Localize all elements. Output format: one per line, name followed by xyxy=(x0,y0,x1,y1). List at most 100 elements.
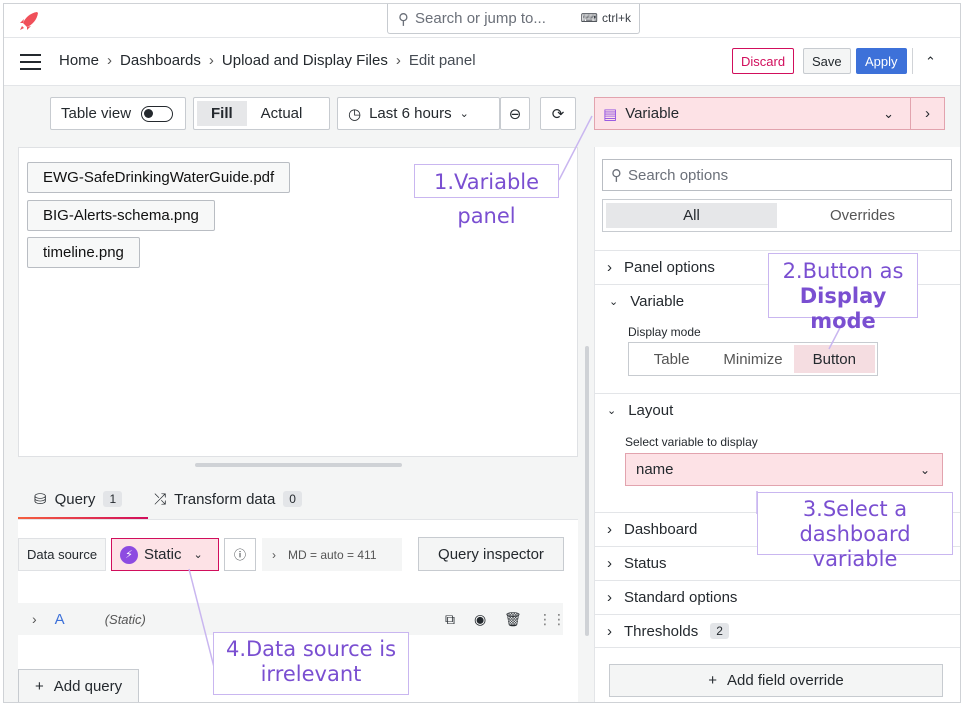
breadcrumb-current: Edit panel xyxy=(408,52,476,69)
annotation-callout: 1.Variable panel xyxy=(414,164,559,228)
chevron-down-icon: ⌄ xyxy=(883,105,894,121)
app-window: ⚲ Search or jump to... ⌨ ctrl+k Home › D… xyxy=(3,3,961,703)
duplicate-icon[interactable]: ⧉ xyxy=(445,611,455,628)
query-inspector-button[interactable]: Query inspector xyxy=(418,537,564,571)
display-mode-label: Display mode xyxy=(628,325,701,339)
table-view-toggle[interactable]: Table view xyxy=(50,97,186,130)
zoom-out-button[interactable]: ⊖ xyxy=(500,97,530,130)
display-mode-minimize[interactable]: Minimize xyxy=(712,345,793,373)
help-button[interactable]: ⓘ xyxy=(224,538,256,571)
database-icon: ⛁ xyxy=(34,491,47,508)
add-query-button[interactable]: + Add query xyxy=(18,669,140,702)
data-source-label: Data source xyxy=(18,538,107,571)
visualization-picker[interactable]: ▤ Variable ⌄ › xyxy=(594,97,945,130)
trash-icon[interactable]: 🗑 xyxy=(504,611,522,628)
plus-icon: + xyxy=(35,677,44,695)
variable-viz-icon: ▤ xyxy=(603,105,618,123)
chevron-right-icon[interactable]: › xyxy=(910,98,944,129)
options-tab-selector: All Overrides xyxy=(602,199,952,232)
count-badge: 0 xyxy=(283,491,302,507)
chevron-right-icon: › xyxy=(272,547,276,562)
tab-query[interactable]: ⛁ Query 1 xyxy=(18,482,149,520)
menu-icon[interactable] xyxy=(20,54,41,70)
count-badge: 2 xyxy=(710,623,729,639)
query-ref: A xyxy=(54,610,65,628)
lightning-icon: ⚡ xyxy=(120,545,138,564)
toggle-switch[interactable] xyxy=(141,105,174,122)
discard-button[interactable]: Discard xyxy=(732,48,795,74)
keyboard-icon: ⌨ xyxy=(580,11,598,25)
file-button[interactable]: timeline.png xyxy=(27,237,140,268)
file-button[interactable]: EWG-SafeDrinkingWaterGuide.pdf xyxy=(27,162,291,193)
options-search-input[interactable]: ⚲ Search options xyxy=(602,159,952,191)
chevron-down-icon: ⌄ xyxy=(459,108,469,120)
resize-handle[interactable] xyxy=(195,463,402,467)
refresh-button[interactable]: ⟳ xyxy=(540,97,576,130)
display-mode-table[interactable]: Table xyxy=(631,345,712,373)
search-bar[interactable]: ⚲ Search or jump to... ⌨ ctrl+k xyxy=(387,4,640,34)
options-pane: ⚲ Search options All Overrides › Panel o… xyxy=(594,147,960,702)
save-button[interactable]: Save xyxy=(803,48,851,74)
eye-icon[interactable]: ◉ xyxy=(474,611,486,628)
search-icon: ⚲ xyxy=(398,10,409,28)
refresh-icon: ⟳ xyxy=(551,105,565,123)
add-field-override-button[interactable]: + Add field override xyxy=(609,664,943,697)
drag-handle-icon[interactable]: ⋮⋮ xyxy=(538,611,566,628)
top-bar: ⚲ Search or jump to... ⌨ ctrl+k xyxy=(4,4,960,38)
display-mode-selector: Table Minimize Button xyxy=(628,342,878,376)
chevron-right-icon: › xyxy=(607,622,612,640)
breadcrumb-dashboard[interactable]: Upload and Display Files xyxy=(222,52,388,69)
select-variable-label: Select variable to display xyxy=(625,435,758,449)
breadcrumb-separator: › xyxy=(395,52,401,69)
breadcrumb-separator: › xyxy=(208,52,214,69)
keyboard-shortcut: ⌨ ctrl+k xyxy=(580,11,631,25)
chevron-down-icon: ⌄ xyxy=(919,462,930,477)
tab-transform[interactable]: ⤮ Transform data 0 xyxy=(138,482,318,516)
section-standard-options[interactable]: › Standard options xyxy=(595,580,960,614)
splitter-handle[interactable] xyxy=(585,346,589,636)
apply-button[interactable]: Apply xyxy=(856,48,907,74)
table-view-label: Table view xyxy=(61,105,132,122)
query-type: (Static) xyxy=(104,611,146,627)
breadcrumb-bar: Home › Dashboards › Upload and Display F… xyxy=(4,38,960,86)
chevron-right-icon[interactable]: › xyxy=(32,611,37,627)
count-badge: 1 xyxy=(103,491,123,507)
chevron-up-icon[interactable]: ⌃ xyxy=(925,54,936,70)
transform-icon: ⤮ xyxy=(154,490,167,508)
search-placeholder: Search or jump to... xyxy=(415,10,546,27)
fill-actual-selector: Fill Actual xyxy=(193,97,330,130)
breadcrumb: Home › Dashboards › Upload and Display F… xyxy=(59,52,476,69)
annotation-callout: 4.Data source is irrelevant xyxy=(213,632,409,695)
chevron-down-icon: ⌄ xyxy=(607,405,617,417)
clock-icon: ◷ xyxy=(348,105,362,123)
chevron-down-icon: ⌄ xyxy=(609,296,619,308)
chevron-right-icon: › xyxy=(607,521,612,538)
divider xyxy=(912,48,913,74)
fill-option[interactable]: Fill xyxy=(197,101,247,126)
query-row[interactable]: › A (Static) ⧉ ◉ 🗑 ⋮⋮ xyxy=(18,603,566,635)
rocket-logo-icon[interactable] xyxy=(18,10,40,32)
annotation-callout: 3.Select a dashboard variable xyxy=(757,492,953,571)
chevron-right-icon: › xyxy=(607,259,612,276)
query-tabs: ⛁ Query 1 ⤮ Transform data 0 xyxy=(18,482,318,520)
actual-option[interactable]: Actual xyxy=(247,101,317,126)
tab-all[interactable]: All xyxy=(606,203,777,228)
search-icon: ⚲ xyxy=(611,167,622,184)
file-button[interactable]: BIG-Alerts-schema.png xyxy=(27,200,215,231)
tab-overrides[interactable]: Overrides xyxy=(777,203,948,228)
chevron-right-icon: › xyxy=(607,589,612,606)
time-range-picker[interactable]: ◷ Last 6 hours ⌄ xyxy=(337,97,500,130)
variable-select[interactable]: name ⌄ xyxy=(625,453,943,486)
data-source-select[interactable]: ⚡ Static ⌄ xyxy=(111,538,219,571)
breadcrumb-home[interactable]: Home xyxy=(59,52,99,69)
section-thresholds[interactable]: › Thresholds 2 xyxy=(595,614,960,648)
plus-icon: + xyxy=(708,672,718,689)
breadcrumb-dashboards[interactable]: Dashboards xyxy=(120,52,201,69)
query-options[interactable]: › MD = auto = 411 xyxy=(262,538,402,571)
section-layout[interactable]: ⌄ Layout xyxy=(595,393,960,427)
display-mode-button[interactable]: Button xyxy=(793,345,875,373)
zoom-out-icon: ⊖ xyxy=(508,105,522,123)
help-icon: ⓘ xyxy=(233,548,246,562)
chevron-right-icon: › xyxy=(607,555,612,572)
annotation-callout: 2.Button as Display mode xyxy=(768,253,918,333)
